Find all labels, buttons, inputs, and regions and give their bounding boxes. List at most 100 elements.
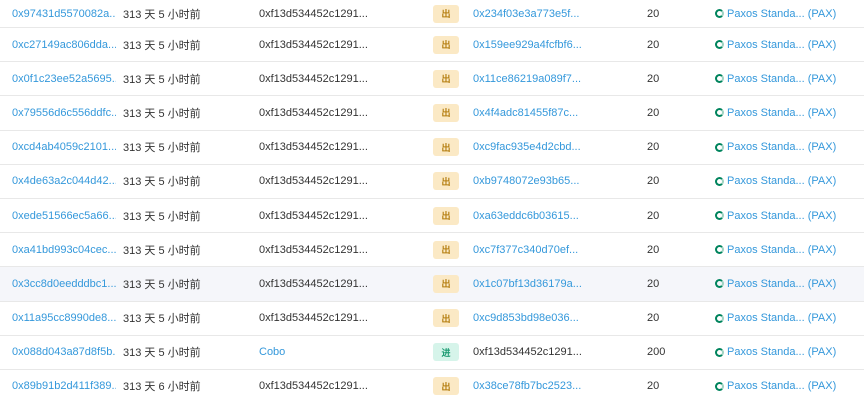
tx-age: 313 天 5 小时前 — [123, 142, 201, 155]
to-address-link-cell: 0x234f03e3a773e5f... — [473, 0, 623, 27]
direction-cell: 出 — [433, 96, 459, 129]
from-address-link[interactable]: Cobo — [259, 346, 285, 358]
to-address-link-cell: 0x11ce86219a089f7... — [473, 62, 623, 95]
tx-age: 313 天 5 小时前 — [123, 278, 201, 291]
token-link[interactable]: Paxos Standa... (PAX) — [715, 141, 836, 153]
from-address-cell: 0xf13d534452c1291... — [259, 267, 409, 300]
to-address-link[interactable]: 0x234f03e3a773e5f... — [473, 8, 579, 20]
direction-cell: 出 — [433, 62, 459, 95]
token-link[interactable]: Paxos Standa... (PAX) — [715, 73, 836, 85]
transfer-value-cell: 20 — [647, 233, 707, 266]
tx-hash-link-cell: 0xede51566ec5a66... — [12, 199, 116, 232]
to-address-link-cell: 0x4f4adc81455f87c... — [473, 96, 623, 129]
to-address-link[interactable]: 0xc9fac935e4d2cbd... — [473, 141, 581, 153]
token-link[interactable]: Paxos Standa... (PAX) — [715, 346, 836, 358]
token-label: Paxos Standa... (PAX) — [727, 346, 837, 359]
tx-hash-link[interactable]: 0x11a95cc8990de8... — [12, 312, 116, 324]
tx-hash-link[interactable]: 0x79556d6c556ddfc... — [12, 107, 116, 119]
tx-age: 313 天 5 小时前 — [123, 244, 201, 257]
from-address: 0xf13d534452c1291... — [259, 72, 368, 85]
tx-age: 313 天 5 小时前 — [123, 107, 201, 120]
table-row: 0x3cc8d0eedddbc1... 313 天 5 小时前 0xf13d5344… — [0, 267, 864, 302]
from-address-cell: 0xf13d534452c1291... — [259, 62, 409, 95]
token-link[interactable]: Paxos Standa... (PAX) — [715, 210, 836, 222]
transfer-value-cell: 20 — [647, 165, 707, 198]
tx-hash-link[interactable]: 0x0f1c23ee52a5695... — [12, 73, 116, 85]
direction-out-badge: 出 — [433, 35, 459, 54]
transfer-value-cell: 20 — [647, 96, 707, 129]
to-address-link[interactable]: 0xc7f377c340d70ef... — [473, 244, 578, 256]
to-address-link[interactable]: 0x4f4adc81455f87c... — [473, 107, 578, 119]
tx-hash-link-cell: 0xcd4ab4059c2101... — [12, 131, 116, 164]
token-link[interactable]: Paxos Standa... (PAX) — [715, 380, 836, 392]
from-address: 0xf13d534452c1291... — [259, 106, 368, 119]
direction-out-badge: 出 — [433, 103, 459, 122]
to-address-link[interactable]: 0x159ee929a4fcfbf6... — [473, 39, 582, 51]
token-link[interactable]: Paxos Standa... (PAX) — [715, 244, 836, 256]
tx-age: 313 天 5 小时前 — [123, 39, 201, 52]
transfer-value: 20 — [647, 209, 660, 222]
table-row: 0xcd4ab4059c2101... 313 天 5 小时前 0xf13d5344… — [0, 130, 864, 165]
tx-age-cell: 313 天 6 小时前 — [123, 370, 243, 401]
table-row: 0xa41bd993c04cec... 313 天 5 小时前 0xf13d5344… — [0, 233, 864, 268]
paxos-token-icon — [715, 40, 724, 50]
token-cell: Paxos Standa... (PAX) — [715, 165, 864, 198]
token-link[interactable]: Paxos Standa... (PAX) — [715, 8, 836, 20]
tx-age-cell: 313 天 5 小时前 — [123, 199, 243, 232]
to-address-link[interactable]: 0x1c07bf13d36179a... — [473, 278, 582, 290]
to-address-link[interactable]: 0xc9d853bd98e036... — [473, 312, 579, 324]
from-address-link-cell: Cobo — [259, 336, 409, 369]
to-address-link[interactable]: 0xb9748072e93b65... — [473, 175, 579, 187]
direction-cell: 出 — [433, 0, 459, 27]
tx-age-cell: 313 天 5 小时前 — [123, 96, 243, 129]
tx-age: 313 天 5 小时前 — [123, 347, 201, 360]
tx-hash-link[interactable]: 0x89b91b2d411f389... — [12, 380, 116, 392]
direction-cell: 进 — [433, 336, 459, 369]
token-label: Paxos Standa... (PAX) — [727, 277, 837, 290]
direction-in-badge: 进 — [433, 343, 459, 362]
tx-hash-link[interactable]: 0xc27149ac806dda... — [12, 39, 116, 51]
paxos-token-icon — [715, 381, 724, 391]
transfer-value-cell: 20 — [647, 302, 707, 335]
transfer-value: 20 — [647, 141, 660, 154]
tx-hash-link[interactable]: 0x97431d5570082a... — [12, 8, 116, 20]
to-address-link[interactable]: 0xa63eddc6b03615... — [473, 210, 579, 222]
transfer-value-cell: 20 — [647, 267, 707, 300]
to-address-link-cell: 0xc7f377c340d70ef... — [473, 233, 623, 266]
tx-hash-link[interactable]: 0x3cc8d0eedddbc1... — [12, 278, 116, 290]
direction-cell: 出 — [433, 28, 459, 61]
to-address-link-cell: 0xc9fac935e4d2cbd... — [473, 131, 623, 164]
to-address-link[interactable]: 0x38ce78fb7bc2523... — [473, 380, 581, 392]
from-address: 0xf13d534452c1291... — [259, 175, 368, 188]
token-link[interactable]: Paxos Standa... (PAX) — [715, 175, 836, 187]
to-address-link[interactable]: 0x11ce86219a089f7... — [473, 73, 581, 85]
direction-out-badge: 出 — [433, 206, 459, 225]
from-address: 0xf13d534452c1291... — [259, 38, 368, 51]
paxos-token-icon — [715, 211, 724, 221]
from-address: 0xf13d534452c1291... — [259, 312, 368, 325]
paxos-token-icon — [715, 142, 724, 152]
table-row: 0x0f1c23ee52a5695... 313 天 5 小时前 0xf13d534… — [0, 62, 864, 97]
tx-hash-link[interactable]: 0x088d043a87d8f5b... — [12, 346, 116, 358]
tx-hash-link-cell: 0xc27149ac806dda... — [12, 28, 116, 61]
from-address-cell: 0xf13d534452c1291... — [259, 28, 409, 61]
from-address: 0xf13d534452c1291... — [259, 141, 368, 154]
token-link[interactable]: Paxos Standa... (PAX) — [715, 39, 836, 51]
tx-hash-link[interactable]: 0xa41bd993c04cec... — [12, 244, 116, 256]
paxos-token-icon — [715, 313, 724, 323]
token-link[interactable]: Paxos Standa... (PAX) — [715, 107, 836, 119]
tx-hash-link[interactable]: 0xede51566ec5a66... — [12, 210, 116, 222]
transfer-value: 200 — [647, 346, 666, 359]
table-row: 0x79556d6c556ddfc... 313 天 5 小时前 0xf13d534… — [0, 96, 864, 131]
token-link[interactable]: Paxos Standa... (PAX) — [715, 312, 836, 324]
tx-hash-link[interactable]: 0x4de63a2c044d42... — [12, 175, 116, 187]
from-address: 0xf13d534452c1291... — [259, 277, 368, 290]
paxos-token-icon — [715, 347, 724, 357]
token-cell: Paxos Standa... (PAX) — [715, 62, 864, 95]
from-address-cell: 0xf13d534452c1291... — [259, 131, 409, 164]
tx-hash-link[interactable]: 0xcd4ab4059c2101... — [12, 141, 116, 153]
transfer-value: 20 — [647, 312, 660, 325]
paxos-token-icon — [715, 279, 724, 289]
transfer-value-cell: 20 — [647, 199, 707, 232]
token-link[interactable]: Paxos Standa... (PAX) — [715, 278, 836, 290]
